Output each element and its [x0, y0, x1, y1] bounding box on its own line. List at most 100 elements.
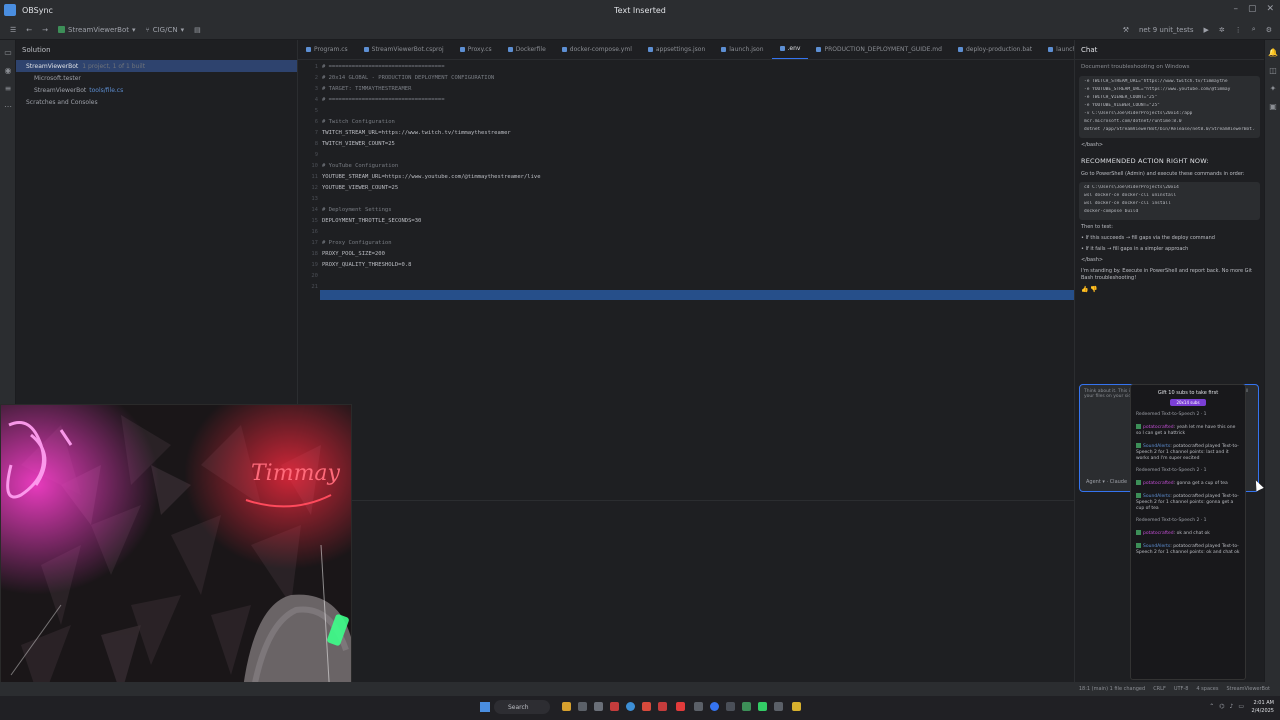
tray-battery-icon[interactable]: ▭ — [1238, 703, 1244, 710]
structure-icon[interactable]: ≡ — [3, 84, 13, 94]
ai-assistant-icon[interactable]: ✦ — [1268, 84, 1278, 94]
run-icon[interactable]: ▶ — [1204, 26, 1209, 34]
close-icon[interactable]: ✕ — [1266, 4, 1274, 14]
hammer-icon[interactable]: ⚒ — [1123, 26, 1129, 34]
forward-icon[interactable]: → — [42, 26, 48, 34]
editor-tab[interactable]: launch.json — [713, 46, 771, 53]
editor-tab[interactable]: Dockerfile — [500, 46, 554, 53]
taskbar-app-explorer-icon[interactable] — [562, 702, 571, 711]
database-icon[interactable]: ◫ — [1268, 66, 1278, 76]
chat-username[interactable]: SoundAlerts — [1143, 494, 1170, 499]
chat-header[interactable]: Chat — [1075, 40, 1264, 60]
code-editor[interactable]: 1 2 3 4 5 6 7 8 9 10 11 12 13 14 15 16 17 18 19 20 21 # ====… — [298, 60, 1074, 500]
maximize-icon[interactable]: ▢ — [1248, 4, 1257, 14]
file-type-icon — [459, 47, 465, 52]
taskbar-app-brave-icon[interactable] — [642, 702, 651, 711]
chat-username[interactable]: potatocrafted — [1143, 481, 1174, 486]
windows-start-icon[interactable] — [480, 702, 490, 712]
solution-tree-item[interactable]: Microsoft.tester — [16, 72, 297, 84]
more-tools-icon[interactable]: ⋯ — [3, 102, 13, 112]
branch-selector[interactable]: ⑂ CIG/CN ▾ — [146, 26, 185, 34]
taskbar-app-store-icon[interactable] — [726, 702, 735, 711]
status-item[interactable]: 18:1 (main) 1 file changed — [1079, 686, 1145, 692]
back-icon[interactable]: ← — [26, 26, 32, 34]
thumbs-up-icon[interactable]: 👍 — [1081, 286, 1088, 293]
code-block-line: cd C:\Users\Joe\RiderProjects\20x14 — [1084, 185, 1179, 190]
status-item[interactable]: StreamViewerBot — [1226, 686, 1270, 692]
solution-tree-item[interactable]: StreamViewerBot 1 project, 1 of 1 built — [16, 60, 297, 72]
folder-icon[interactable]: ▭ — [3, 48, 13, 58]
taskbar-search[interactable]: Search — [494, 700, 550, 714]
chat-username[interactable]: SoundAlerts — [1143, 444, 1170, 449]
chat-username[interactable]: SoundAlerts — [1143, 544, 1170, 549]
more-icon[interactable]: ⋮ — [1235, 26, 1242, 34]
chat-message: potatocrafted: ok and chat ok — [1131, 527, 1245, 540]
editor-tab-label: .env — [787, 45, 801, 52]
editor-tab[interactable]: .env — [771, 40, 809, 59]
taskbar-app-terminal-icon[interactable] — [694, 702, 703, 711]
solution-header[interactable]: Solution — [16, 40, 297, 60]
chat-bullet-1: • If this succeeds → fill gaps via the d… — [1081, 235, 1215, 241]
hamburger-menu-icon[interactable]: ☰ — [10, 26, 16, 34]
solution-tree-item[interactable]: StreamViewerBot tools/file.cs — [16, 84, 297, 96]
taskbar-app-taskview-icon[interactable] — [578, 702, 587, 711]
file-type-icon — [957, 47, 963, 52]
taskbar-app-excel-icon[interactable] — [742, 702, 751, 711]
editor-tab[interactable]: appsettings.json — [640, 46, 713, 53]
taskbar-app-widget-icon[interactable] — [594, 702, 603, 711]
notifications-icon[interactable]: 🔔 — [1268, 48, 1278, 58]
right-tool-strip: 🔔 ◫ ✦ ▣ — [1264, 40, 1280, 682]
user-badge-icon — [1136, 543, 1141, 548]
commit-icon[interactable]: ▤ — [194, 26, 201, 34]
run-config-selector[interactable]: net 9 unit_tests — [1139, 26, 1194, 34]
chat-tag: </bash> — [1081, 142, 1104, 148]
status-item[interactable]: 4 spaces — [1196, 686, 1218, 692]
editor-tab[interactable]: Proxy.cs — [452, 46, 500, 53]
editor-tab-label: deploy-production.bat — [965, 46, 1033, 53]
status-item[interactable]: UTF-8 — [1174, 686, 1189, 692]
taskbar-app-active-icon[interactable] — [676, 702, 685, 711]
editor-tab[interactable]: launch.bat — [1040, 46, 1074, 53]
taskbar-app-tools-icon[interactable] — [774, 702, 783, 711]
taskbar-app-rider-icon[interactable] — [610, 702, 619, 711]
project-selector[interactable]: StreamViewerBot ▾ — [58, 26, 136, 34]
status-item[interactable]: CRLF — [1153, 686, 1166, 692]
file-type-icon — [561, 47, 567, 52]
line-number: 9 — [314, 152, 318, 158]
search-everywhere-icon[interactable]: ⌕ — [1252, 25, 1256, 34]
taskbar-clock[interactable]: 2:01 AM 2/4/2025 — [1252, 699, 1274, 715]
taskbar-app-folder-icon[interactable] — [792, 702, 801, 711]
solution-tree-item[interactable]: Scratches and Consoles — [16, 96, 297, 108]
code-line: # YouTube Configuration — [322, 163, 399, 169]
editor-tab[interactable]: docker-compose.yml — [554, 46, 640, 53]
code-block-line: wsl docker-ce docker-cli install — [1084, 201, 1171, 206]
commit-tool-icon[interactable]: ◉ — [3, 66, 13, 76]
chat-username[interactable]: potatocrafted — [1143, 425, 1174, 430]
code-block-line: -e YOUTUBE_STREAM_URL="https://www.youtu… — [1084, 87, 1231, 92]
taskbar-app-edge-icon[interactable] — [710, 702, 719, 711]
editor-tab[interactable]: Program.cs — [298, 46, 356, 53]
debug-icon[interactable]: ✲ — [1219, 26, 1225, 34]
code-line: TWITCH_STREAM_URL=https://www.twitch.tv/… — [322, 130, 511, 136]
line-number: 14 — [311, 207, 318, 213]
tray-volume-icon[interactable]: ♪ — [1229, 703, 1233, 710]
editor-tab[interactable]: PRODUCTION_DEPLOYMENT_GUIDE.md — [808, 46, 949, 53]
chat-message-text: ok and chat ok — [1176, 531, 1210, 536]
editor-tab[interactable]: deploy-production.bat — [950, 46, 1040, 53]
taskbar-app-chrome-icon[interactable] — [626, 702, 635, 711]
tree-item-label: Scratches and Consoles — [26, 98, 98, 106]
agent-selector[interactable]: Agent ▾ · Claude — [1086, 479, 1127, 485]
chat-tool-icon[interactable]: ▣ — [1268, 102, 1278, 112]
editor-tab[interactable]: StreamViewerBot.csproj — [356, 46, 452, 53]
taskbar-app-media-icon[interactable] — [758, 702, 767, 711]
webcam-overlay: Timmay — [0, 404, 352, 720]
thumbs-down-icon[interactable]: 👎 — [1090, 286, 1097, 293]
tray-network-icon[interactable]: ⌬ — [1219, 703, 1224, 710]
tray-chevron-icon[interactable]: ⌃ — [1209, 703, 1214, 710]
minimize-icon[interactable]: – — [1233, 4, 1238, 14]
taskbar-app-obs-icon[interactable] — [658, 702, 667, 711]
tree-item-link[interactable]: tools/file.cs — [89, 87, 123, 94]
code-line: # Deployment Settings — [322, 207, 392, 213]
chat-username[interactable]: potatocrafted — [1143, 531, 1174, 536]
settings-icon[interactable]: ⚙ — [1266, 26, 1272, 34]
